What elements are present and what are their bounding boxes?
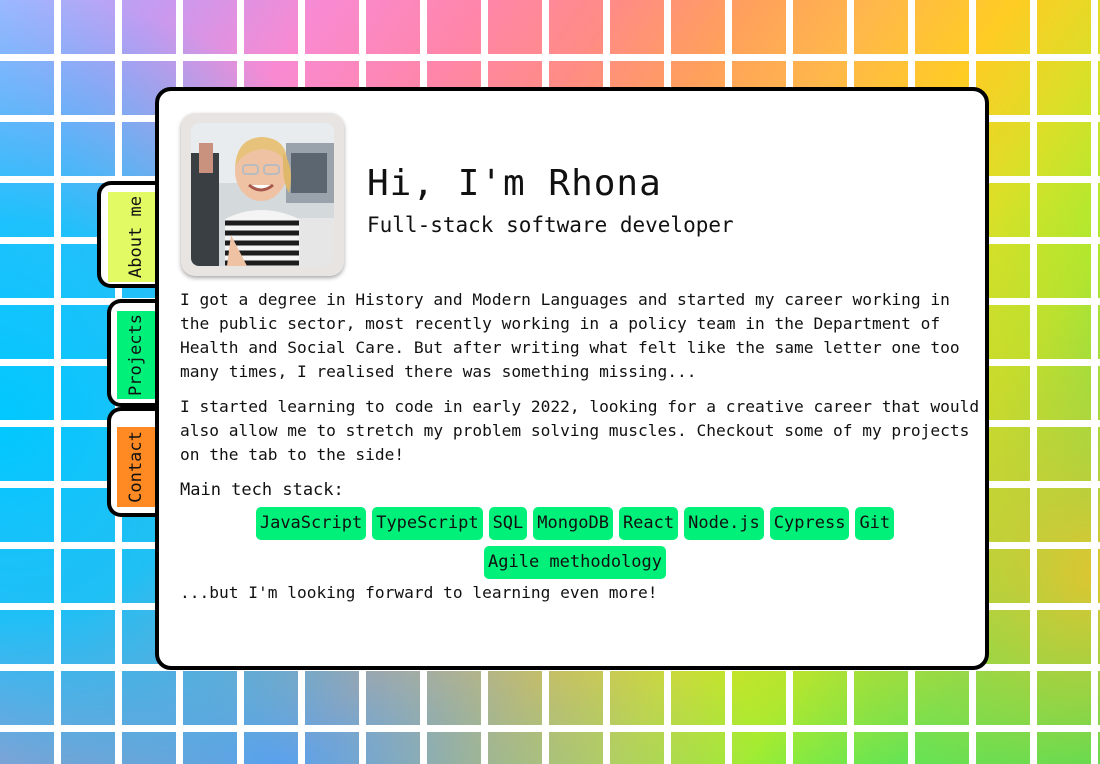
tab-about-me-label: About me	[126, 196, 147, 278]
avatar-frame	[181, 113, 344, 276]
tab-projects-label: Projects	[126, 314, 147, 396]
tag-agile: Agile methodology	[484, 546, 666, 579]
page-subtitle: Full-stack software developer	[367, 213, 734, 237]
about-paragraph-1: I got a degree in History and Modern Lan…	[180, 290, 960, 381]
page-title: Hi, I'm Rhona	[367, 163, 662, 204]
tag-mongodb: MongoDB	[533, 507, 613, 540]
tag-javascript: JavaScript	[255, 507, 367, 540]
tech-stack-tags: JavaScript TypeScript SQL MongoDB React …	[180, 507, 970, 579]
tag-nodejs: Node.js	[684, 507, 764, 540]
about-paragraph-2: I started learning to code in early 2022…	[180, 397, 980, 464]
about-outro: ...but I'm looking forward to learning e…	[180, 583, 658, 602]
tag-sql: SQL	[488, 507, 528, 540]
tag-typescript: TypeScript	[372, 507, 483, 540]
avatar-photo	[191, 123, 334, 266]
tag-cypress: Cypress	[769, 507, 850, 540]
tab-contact-label: Contact	[126, 431, 146, 503]
tab-projects-fill[interactable]: Projects	[117, 311, 155, 399]
tag-react: React	[618, 507, 679, 540]
avatar	[191, 123, 334, 266]
tech-stack-label: Main tech stack:	[180, 480, 344, 500]
tab-contact-fill[interactable]: Contact	[117, 427, 155, 507]
tag-git: Git	[855, 507, 895, 540]
